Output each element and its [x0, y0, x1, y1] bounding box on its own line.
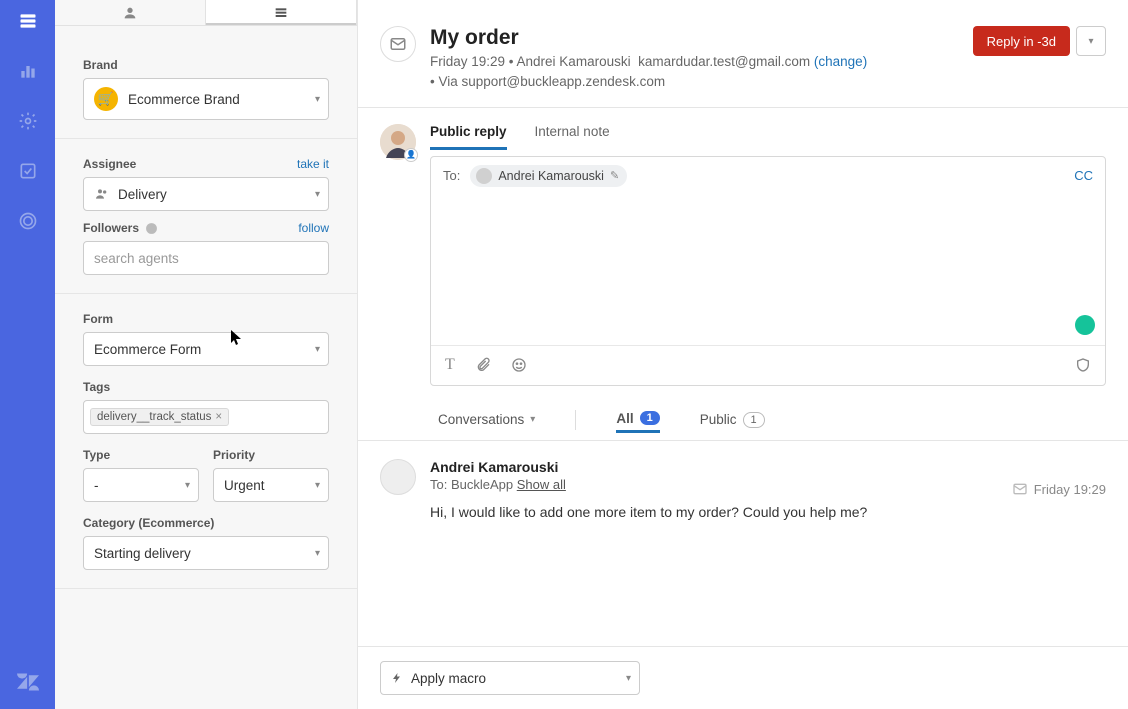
public-count-badge: 1 [743, 412, 765, 428]
reply-editor[interactable] [431, 195, 1105, 345]
info-icon[interactable] [145, 222, 158, 235]
category-value: Starting delivery [94, 546, 191, 561]
agent-badge-icon: 👤 [404, 148, 418, 162]
grammarly-icon[interactable] [1075, 315, 1095, 335]
settings-icon[interactable] [17, 110, 39, 132]
chevron-down-icon: ▾ [315, 189, 320, 200]
type-value: - [94, 478, 99, 493]
recipient-avatar-icon [476, 168, 492, 184]
chevron-down-icon: ▾ [1088, 36, 1093, 47]
zendesk-logo-icon[interactable] [17, 671, 39, 693]
change-requester-link[interactable]: (change) [814, 54, 867, 69]
form-select[interactable]: Ecommerce Form ▾ [83, 332, 329, 366]
ticket-properties-panel: Brand 🛒 Ecommerce Brand ▾ Assignee take … [55, 0, 358, 709]
form-value: Ecommerce Form [94, 342, 201, 357]
panel-tabs [55, 0, 357, 26]
priority-label: Priority [213, 448, 329, 462]
followers-input[interactable] [83, 241, 329, 275]
checklist-icon[interactable] [17, 160, 39, 182]
chevron-down-icon: ▾ [626, 673, 631, 684]
compose-tabs: Public reply Internal note [430, 124, 1106, 150]
ticket-actions-dropdown[interactable]: ▾ [1076, 26, 1106, 56]
message-date: Friday 19:29 [1012, 459, 1106, 520]
bottom-bar: Apply macro ▾ [358, 646, 1128, 709]
message-sender: Andrei Kamarouski [430, 459, 998, 475]
message-to: To: BuckleApp Show all [430, 477, 998, 492]
recipient-chip[interactable]: Andrei Kamarouski ✎ [470, 165, 627, 187]
follow-link[interactable]: follow [298, 221, 329, 235]
take-it-link[interactable]: take it [297, 157, 329, 171]
ticket-header: My order Friday 19:29 • Andrei Kamarousk… [358, 0, 1128, 107]
edit-recipient-icon[interactable]: ✎ [610, 169, 619, 182]
channel-email-icon [380, 26, 416, 62]
category-select[interactable]: Starting delivery ▾ [83, 536, 329, 570]
conversations-dropdown[interactable]: Conversations ▾ [438, 412, 535, 427]
tags-label: Tags [83, 380, 329, 394]
filter-all[interactable]: All 1 [616, 411, 659, 433]
show-all-link[interactable]: Show all [517, 477, 566, 492]
chevron-down-icon: ▾ [315, 344, 320, 355]
attachment-icon[interactable] [475, 357, 491, 373]
text-format-icon[interactable]: T [445, 356, 455, 374]
tab-internal-note[interactable]: Internal note [535, 124, 610, 150]
category-label: Category (Ecommerce) [83, 516, 329, 530]
macro-label: Apply macro [411, 671, 486, 686]
assignee-value: Delivery [118, 187, 167, 202]
message-body: Hi, I would like to add one more item to… [430, 504, 998, 520]
ticket-subject: My order [430, 26, 867, 50]
priority-select[interactable]: Urgent ▾ [213, 468, 329, 502]
requester-avatar [380, 459, 416, 495]
compose-area: 👤 Public reply Internal note To: Andrei … [358, 107, 1128, 396]
tab-public-reply[interactable]: Public reply [430, 124, 507, 150]
priority-value: Urgent [224, 478, 265, 493]
ticket-meta: Friday 19:29 • Andrei Kamarouski kamardu… [430, 52, 867, 93]
remove-tag-icon[interactable]: × [215, 411, 222, 423]
brand-avatar-icon: 🛒 [94, 87, 118, 111]
home-icon[interactable] [17, 10, 39, 32]
cc-button[interactable]: CC [1074, 168, 1093, 183]
mail-icon [1012, 481, 1028, 497]
to-label: To: [443, 168, 460, 183]
form-label: Form [83, 312, 329, 326]
knowledge-icon[interactable] [1075, 357, 1091, 373]
assignee-label: Assignee [83, 157, 136, 171]
type-select[interactable]: - ▾ [83, 468, 199, 502]
compose-box: To: Andrei Kamarouski ✎ CC T [430, 156, 1106, 386]
compose-toolbar: T [431, 345, 1105, 385]
tag-chip: delivery__track_status× [90, 408, 229, 426]
reply-sla-button[interactable]: Reply in -3d [973, 26, 1070, 56]
followers-label: Followers [83, 221, 139, 235]
brand-label: Brand [83, 58, 329, 72]
brand-select[interactable]: 🛒 Ecommerce Brand ▾ [83, 78, 329, 120]
panel-tab-ticket[interactable] [205, 0, 357, 25]
bolt-icon [391, 671, 403, 685]
chevron-down-icon: ▾ [185, 480, 190, 491]
chevron-down-icon: ▾ [315, 480, 320, 491]
chevron-down-icon: ▾ [315, 548, 320, 559]
nav-rail [0, 0, 55, 709]
chevron-down-icon: ▾ [530, 414, 535, 425]
brand-value: Ecommerce Brand [128, 92, 240, 107]
panel-tab-user[interactable] [55, 0, 205, 25]
type-label: Type [83, 448, 199, 462]
emoji-icon[interactable] [511, 357, 527, 373]
chevron-down-icon: ▾ [315, 94, 320, 105]
agent-avatar: 👤 [380, 124, 416, 160]
conversation-filter-bar: Conversations ▾ All 1 Public 1 [358, 396, 1128, 440]
tags-input[interactable]: delivery__track_status× [83, 400, 329, 434]
assignee-select[interactable]: Delivery ▾ [83, 177, 329, 211]
ticket-main: My order Friday 19:29 • Andrei Kamarousk… [358, 0, 1128, 709]
apply-macro-select[interactable]: Apply macro ▾ [380, 661, 640, 695]
message-item: Andrei Kamarouski To: BuckleApp Show all… [358, 440, 1128, 538]
all-count-badge: 1 [640, 411, 660, 425]
swirl-icon[interactable] [17, 210, 39, 232]
reports-icon[interactable] [17, 60, 39, 82]
filter-public[interactable]: Public 1 [700, 412, 765, 428]
